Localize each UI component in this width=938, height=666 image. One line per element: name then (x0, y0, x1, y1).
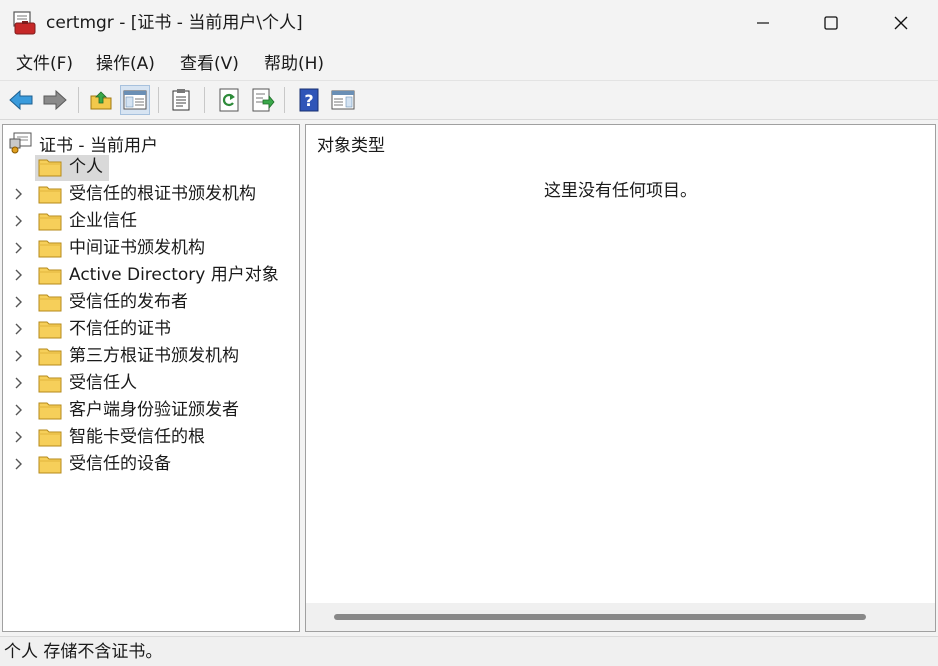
folder-icon (38, 157, 62, 177)
empty-list-message: 这里没有任何项目。 (544, 181, 697, 201)
tree-item-label: Active Directory 用户对象 (69, 265, 279, 285)
show-hide-action-pane-button[interactable] (328, 85, 358, 115)
folder-icon (38, 400, 62, 420)
folder-icon (38, 184, 62, 204)
scrollbar-thumb[interactable] (334, 614, 866, 620)
minimize-button[interactable] (728, 0, 798, 46)
tree-item[interactable]: 智能卡受信任的根 (3, 425, 299, 449)
chevron-right-icon[interactable] (12, 293, 26, 311)
tree-item[interactable]: 客户端身份验证颁发者 (3, 398, 299, 422)
folder-icon (38, 292, 62, 312)
chevron-right-icon[interactable] (12, 428, 26, 446)
toolbar-separator (78, 87, 79, 113)
folder-icon (38, 373, 62, 393)
export-list-icon (252, 88, 275, 112)
tree-item-label: 中间证书颁发机构 (69, 238, 205, 258)
tree-item[interactable]: 个人 (3, 155, 299, 181)
forward-button[interactable] (40, 85, 70, 115)
menu-file[interactable]: 文件(F) (14, 53, 75, 75)
tree-item-label: 受信任人 (69, 373, 137, 393)
show-hide-console-tree-button[interactable] (120, 85, 150, 115)
tree-item[interactable]: 受信任的发布者 (3, 290, 299, 314)
maximize-button[interactable] (796, 0, 866, 46)
tree-item[interactable]: Active Directory 用户对象 (3, 263, 299, 287)
folder-icon (38, 319, 62, 339)
folder-icon (38, 265, 62, 285)
back-button[interactable] (6, 85, 36, 115)
help-icon: ? (299, 88, 319, 112)
toolbar-separator (204, 87, 205, 113)
tree-item[interactable]: 第三方根证书颁发机构 (3, 344, 299, 368)
help-button[interactable]: ? (294, 85, 324, 115)
tree-item-label: 客户端身份验证颁发者 (69, 400, 239, 420)
tree-item[interactable]: 不信任的证书 (3, 317, 299, 341)
chevron-right-icon[interactable] (12, 401, 26, 419)
show-hide-action-pane-icon (331, 90, 355, 110)
refresh-button[interactable] (214, 85, 244, 115)
certmgr-app-icon (13, 11, 36, 35)
export-list-button[interactable] (248, 85, 278, 115)
folder-icon (38, 211, 62, 231)
status-bar: 个人 存储不含证书。 (0, 636, 938, 666)
results-pane[interactable]: 对象类型 这里没有任何项目。 (305, 124, 936, 632)
tree-item-label: 受信任的根证书颁发机构 (69, 184, 256, 204)
properties-icon (172, 89, 190, 111)
chevron-right-icon[interactable] (12, 266, 26, 284)
up-one-level-button[interactable] (86, 85, 116, 115)
menu-help[interactable]: 帮助(H) (262, 53, 326, 75)
folder-icon (38, 427, 62, 447)
folder-icon (38, 454, 62, 474)
tree-item[interactable]: 企业信任 (3, 209, 299, 233)
svg-text:?: ? (304, 91, 313, 110)
chevron-right-icon[interactable] (12, 212, 26, 230)
minimize-icon (757, 22, 769, 24)
tree-item[interactable]: 受信任的设备 (3, 452, 299, 476)
folder-icon (38, 346, 62, 366)
title-bar: certmgr - [证书 - 当前用户\个人] (0, 0, 938, 48)
tree-item[interactable]: 受信任的根证书颁发机构 (3, 182, 299, 206)
toolbar-separator (284, 87, 285, 113)
column-header-object-type[interactable]: 对象类型 (317, 135, 385, 157)
tree-item-label: 不信任的证书 (69, 319, 171, 339)
tree-root[interactable]: 证书 - 当前用户 (9, 131, 158, 156)
tree-item[interactable]: 中间证书颁发机构 (3, 236, 299, 260)
close-icon (894, 16, 908, 30)
tree-item[interactable]: 受信任人 (3, 371, 299, 395)
tree-item-label: 受信任的发布者 (69, 292, 188, 312)
tree-item-label: 智能卡受信任的根 (69, 427, 205, 447)
menu-action[interactable]: 操作(A) (94, 53, 157, 75)
maximize-icon (824, 16, 838, 30)
toolbar-separator (158, 87, 159, 113)
tree-item-label: 第三方根证书颁发机构 (69, 346, 239, 366)
window-title: certmgr - [证书 - 当前用户\个人] (46, 13, 303, 33)
close-button[interactable] (866, 0, 936, 46)
tree-item-label: 个人 (69, 157, 103, 177)
chevron-right-icon[interactable] (12, 185, 26, 203)
chevron-right-icon[interactable] (12, 320, 26, 338)
refresh-icon (219, 88, 239, 112)
up-folder-icon (90, 91, 112, 110)
tree-item-label: 受信任的设备 (69, 454, 171, 474)
certificates-snapin-icon (9, 132, 32, 154)
status-text: 个人 存储不含证书。 (4, 642, 163, 662)
forward-arrow-icon (43, 89, 67, 111)
menu-view[interactable]: 查看(V) (178, 53, 241, 75)
chevron-right-icon[interactable] (12, 455, 26, 473)
tree-root-label: 证书 - 当前用户 (39, 135, 158, 156)
show-hide-console-tree-icon (123, 90, 147, 110)
menu-bar: 文件(F) 操作(A) 查看(V) 帮助(H) (0, 48, 938, 81)
tree-item-label: 企业信任 (69, 211, 137, 231)
properties-button[interactable] (166, 85, 196, 115)
horizontal-scrollbar[interactable] (306, 603, 935, 631)
chevron-right-icon[interactable] (12, 374, 26, 392)
toolbar: ? (0, 81, 938, 120)
console-tree[interactable]: 证书 - 当前用户 个人受信任的根证书颁发机构 企业信任中间证书颁发机构 Activ… (2, 124, 300, 632)
back-arrow-icon (9, 89, 33, 111)
chevron-right-icon[interactable] (12, 347, 26, 365)
chevron-right-icon[interactable] (12, 239, 26, 257)
folder-icon (38, 238, 62, 258)
